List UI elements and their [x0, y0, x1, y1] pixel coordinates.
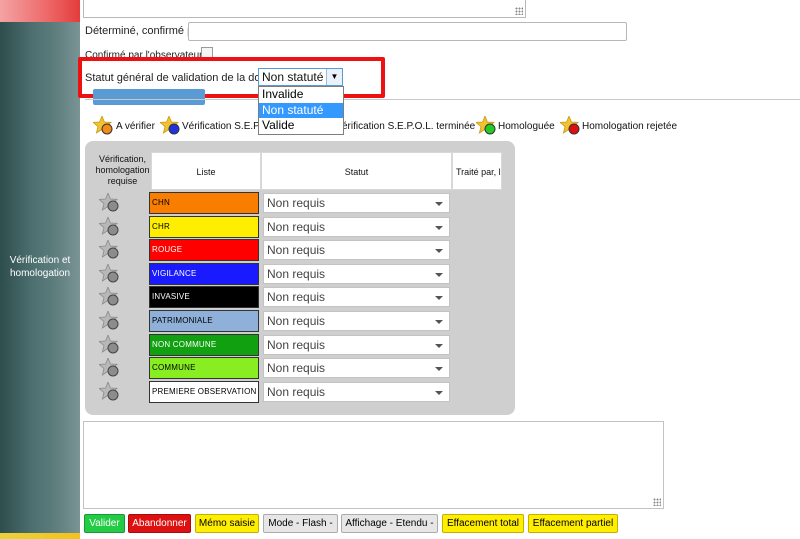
statut-option[interactable]: Valide [259, 118, 343, 134]
star-red-icon [558, 114, 580, 135]
resize-grip-icon[interactable] [515, 7, 523, 15]
list-cell: VIGILANCE [149, 262, 259, 285]
legend-label-3: Homologuée [498, 121, 555, 132]
row-verification-toggle[interactable] [97, 380, 121, 402]
row-status-value: Non requis [267, 196, 326, 210]
row-status-value: Non requis [267, 219, 326, 234]
list-cell: PATRIMONIALE [149, 310, 259, 332]
footer-button-abandonner[interactable]: Abandonner [128, 514, 191, 533]
caret-down-icon [435, 202, 443, 206]
footer-button-effacement-total[interactable]: Effacement total [442, 514, 524, 533]
caret-down-icon [435, 272, 443, 277]
comments-textarea[interactable] [83, 421, 664, 509]
legend-label-1: Vérification S.E.P.O.L. en cours [182, 121, 262, 132]
sidebar-label-line1: Vérification et [9, 255, 71, 266]
star-grey-icon [97, 309, 119, 330]
star-orange-icon [91, 114, 113, 135]
row-status-value: Non requis [267, 337, 326, 352]
row-verification-toggle[interactable] [97, 333, 121, 355]
row-status-value: Non requis [267, 290, 326, 305]
row-verification-toggle[interactable] [97, 286, 121, 307]
caret-down-icon [435, 225, 443, 230]
statut-option[interactable]: Invalide [259, 87, 343, 103]
footer-button-mode-flash[interactable]: Mode - Flash - [263, 514, 338, 533]
list-cell: CHN [149, 192, 259, 214]
header-traite: Traité par, le [452, 152, 502, 190]
star-grey-icon [97, 357, 119, 377]
row-status-value: Non requis [267, 314, 326, 328]
legend-icon-0 [91, 114, 115, 136]
remarks-textarea[interactable] [83, 0, 526, 18]
star-green-icon [474, 114, 496, 135]
legend-label-4: Homologation rejetée [582, 121, 678, 132]
row-verification-toggle[interactable] [97, 357, 121, 378]
row-status-select[interactable]: Non requis [263, 216, 450, 237]
row-status-value: Non requis [267, 243, 326, 258]
list-cell: INVASIVE [149, 286, 259, 309]
sidebar: Vérification et homologation [0, 22, 80, 539]
row-verification-toggle[interactable] [97, 262, 121, 284]
caret-down-icon [435, 320, 443, 324]
footer-button-valider[interactable]: Valider [84, 514, 125, 533]
caret-down-icon [435, 367, 443, 372]
header-liste: Liste [151, 152, 261, 190]
footer-button-effacement-partiel[interactable]: Effacement partiel [528, 514, 618, 533]
legend-icon-4 [558, 114, 582, 136]
footer-button-affichage-etendu[interactable]: Affichage - Etendu - [341, 514, 438, 533]
star-grey-icon [97, 380, 119, 401]
statut-dropdown-list[interactable]: Invalide Non statuté Valide [258, 86, 344, 135]
row-status-value: Non requis [267, 384, 326, 399]
row-status-value: Non requis [267, 266, 326, 281]
list-cell: COMMUNE [149, 357, 259, 380]
list-cell: NON COMMUNE [149, 333, 259, 356]
header-statut: Statut [261, 152, 452, 190]
row-status-value: Non requis [267, 361, 326, 376]
list-cell: ROUGE [149, 239, 259, 262]
caret-down-icon [435, 343, 443, 348]
star-grey-icon [97, 286, 119, 306]
list-cell: CHR [149, 215, 259, 238]
row-status-select[interactable]: Non requis [263, 263, 450, 284]
header-verification: Vérification, homologation requise [95, 154, 150, 186]
row-status-select[interactable]: Non requis [263, 311, 450, 331]
row-status-select[interactable]: Non requis [263, 193, 450, 213]
star-grey-icon [97, 215, 119, 236]
determine-label: Déterminé, confirmé par [85, 25, 203, 37]
legend-label-0: A vérifier [116, 121, 155, 132]
statut-option[interactable]: Non statuté [259, 102, 343, 119]
row-verification-toggle[interactable] [97, 309, 121, 331]
row-status-select[interactable]: Non requis [263, 240, 450, 261]
legend-label-2: érification S.E.P.O.L. terminée [342, 121, 476, 132]
sidebar-section-label: Vérification et homologation [0, 254, 80, 280]
caret-down-icon [435, 296, 443, 301]
sidebar-label-line2: homologation [9, 268, 71, 279]
legend-panel [85, 99, 800, 140]
bottom-color-band [0, 533, 80, 539]
star-grey-icon [97, 262, 119, 283]
star-grey-icon [97, 239, 119, 259]
determine-input[interactable] [188, 22, 627, 41]
star-grey-icon [97, 191, 119, 212]
legend-icon-3 [474, 114, 498, 136]
row-status-select[interactable]: Non requis [263, 358, 450, 379]
row-verification-toggle[interactable] [97, 215, 121, 237]
row-status-select[interactable]: Non requis [263, 287, 450, 308]
list-cell: PREMIERE OBSERVATION [149, 380, 259, 403]
caret-down-icon [435, 249, 443, 254]
top-color-band [0, 0, 80, 22]
star-blue-icon [158, 114, 180, 135]
star-grey-icon [97, 333, 119, 354]
row-status-select[interactable]: Non requis [263, 381, 450, 402]
footer-button-m-mo-saisie[interactable]: Mémo saisie [195, 514, 259, 533]
row-status-select[interactable]: Non requis [263, 334, 450, 355]
caret-down-icon [435, 390, 443, 395]
row-verification-toggle[interactable] [97, 191, 121, 213]
resize-grip-icon[interactable] [653, 498, 661, 506]
row-verification-toggle[interactable] [97, 239, 121, 260]
legend-icon-1 [158, 114, 182, 136]
